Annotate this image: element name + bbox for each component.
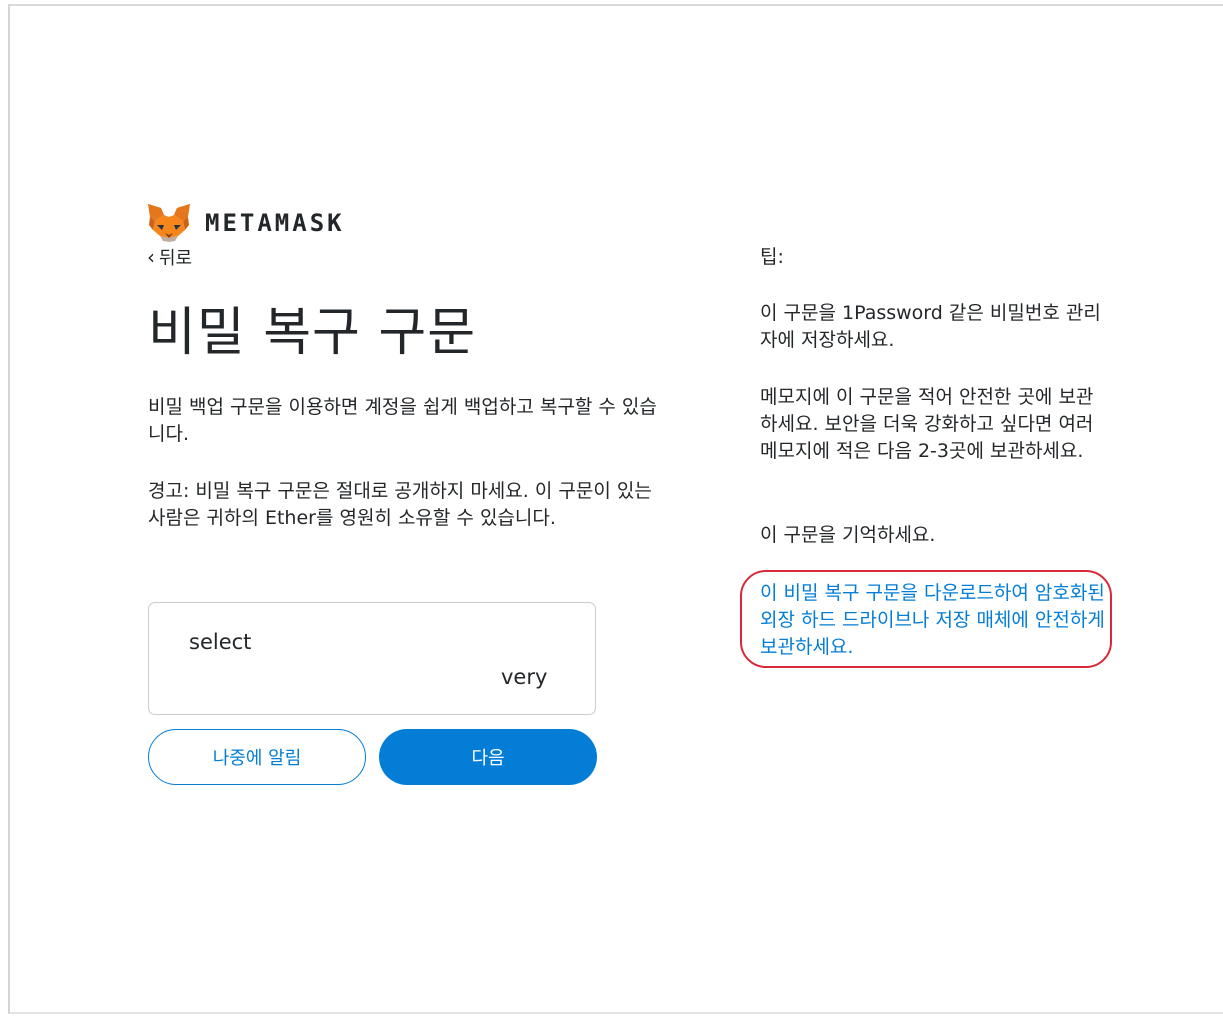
description-text: 비밀 백업 구문을 이용하면 계정을 쉽게 백업하고 복구할 수 있습니다. <box>148 396 657 445</box>
back-link[interactable]: ‹ 뒤로 <box>147 244 192 270</box>
page-title: 비밀 복구 구문 <box>148 303 477 363</box>
remind-later-button[interactable]: 나중에 알림 <box>148 729 366 785</box>
metamask-fox-icon <box>147 203 191 243</box>
tip-item: 메모지에 이 구문을 적어 안전한 곳에 보관하세요. 보안을 더욱 강화하고 … <box>760 386 1094 462</box>
download-phrase-link[interactable]: 이 비밀 복구 구문을 다운로드하여 암호화된 외장 하드 드라이브나 저장 매… <box>760 580 1105 661</box>
phrase-word: very <box>501 665 548 689</box>
tip-item: 이 구문을 기억하세요. <box>760 524 936 546</box>
chevron-left-icon: ‹ <box>147 245 155 269</box>
back-label: 뒤로 <box>159 248 193 269</box>
tip-item: 이 구문을 1Password 같은 비밀번호 관리자에 저장하세요. <box>760 302 1101 351</box>
brand-wordmark: METAMASK <box>205 209 345 237</box>
warning-text: 경고: 비밀 복구 구문은 절대로 공개하지 마세요. 이 구문이 있는 사람은… <box>148 480 652 529</box>
metamask-logo: METAMASK <box>147 203 345 243</box>
next-button[interactable]: 다음 <box>379 729 597 785</box>
secret-phrase-box[interactable]: select very <box>148 602 596 715</box>
tips-heading: 팁: <box>760 246 784 268</box>
phrase-word: select <box>189 630 252 654</box>
